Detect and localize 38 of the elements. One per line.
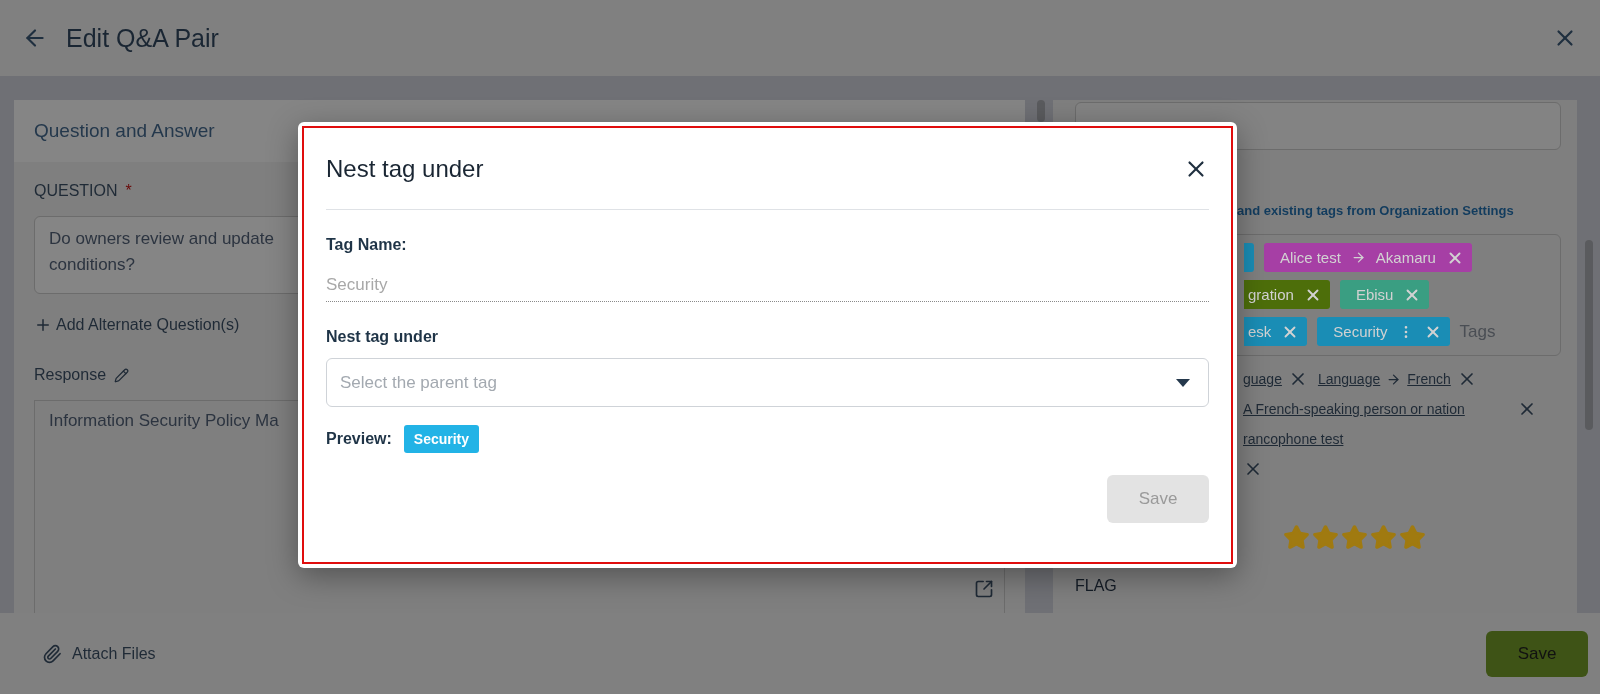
field-label: Response: [34, 366, 107, 384]
star-icon[interactable]: [1283, 524, 1310, 551]
attach-files-link[interactable]: Attach Files: [42, 643, 156, 664]
paperclip-icon: [42, 643, 62, 664]
star-icon[interactable]: [1399, 524, 1426, 551]
tag-link[interactable]: French: [1407, 371, 1451, 387]
field-label: Nest tag under: [326, 328, 439, 346]
tag-name-field[interactable]: Security: [326, 268, 1209, 302]
page-title: Edit Q&A Pair: [66, 23, 220, 53]
star-icon[interactable]: [1370, 524, 1397, 551]
tag-chip[interactable]: esk: [1244, 317, 1308, 346]
scrollbar-thumb[interactable]: [1037, 100, 1045, 122]
parent-tag-select[interactable]: Select the parent tag: [326, 358, 1209, 407]
field-label: Tag Name:: [326, 236, 408, 254]
star-icon[interactable]: [1312, 524, 1339, 551]
field-label: QUESTION: [34, 182, 118, 200]
save-button[interactable]: Save: [1486, 630, 1588, 677]
add-alternate-link[interactable]: Add Alternate Question(s): [34, 316, 240, 334]
pencil-icon[interactable]: [114, 367, 130, 383]
section-label: FLAG: [1075, 577, 1117, 595]
tag-chip[interactable]: Security: [1317, 317, 1450, 346]
caret-icon: [1176, 378, 1190, 387]
required-mark: *: [125, 182, 132, 200]
tag-chip[interactable]: Alice test Akamaru: [1264, 243, 1472, 272]
tag-link[interactable]: guage: [1243, 371, 1282, 387]
tag-link[interactable]: rancophone test: [1243, 431, 1344, 447]
star-icon[interactable]: [1341, 524, 1368, 551]
tag-chip[interactable]: Ebisu: [1339, 280, 1430, 309]
preview-label: Preview:: [326, 430, 392, 448]
arrow-right-icon: [1350, 250, 1366, 265]
tag-link[interactable]: Language: [1317, 371, 1381, 387]
expand-icon[interactable]: [974, 579, 994, 599]
arrow-right-icon: [1386, 371, 1402, 387]
plus-icon: [34, 316, 52, 334]
tag-link[interactable]: A French-speaking person or nation: [1243, 401, 1465, 417]
tag-chip: Security: [403, 425, 480, 453]
tags-hint: and existing tags from Organization Settings: [1236, 203, 1515, 218]
tag-chip[interactable]: gration: [1244, 280, 1330, 309]
